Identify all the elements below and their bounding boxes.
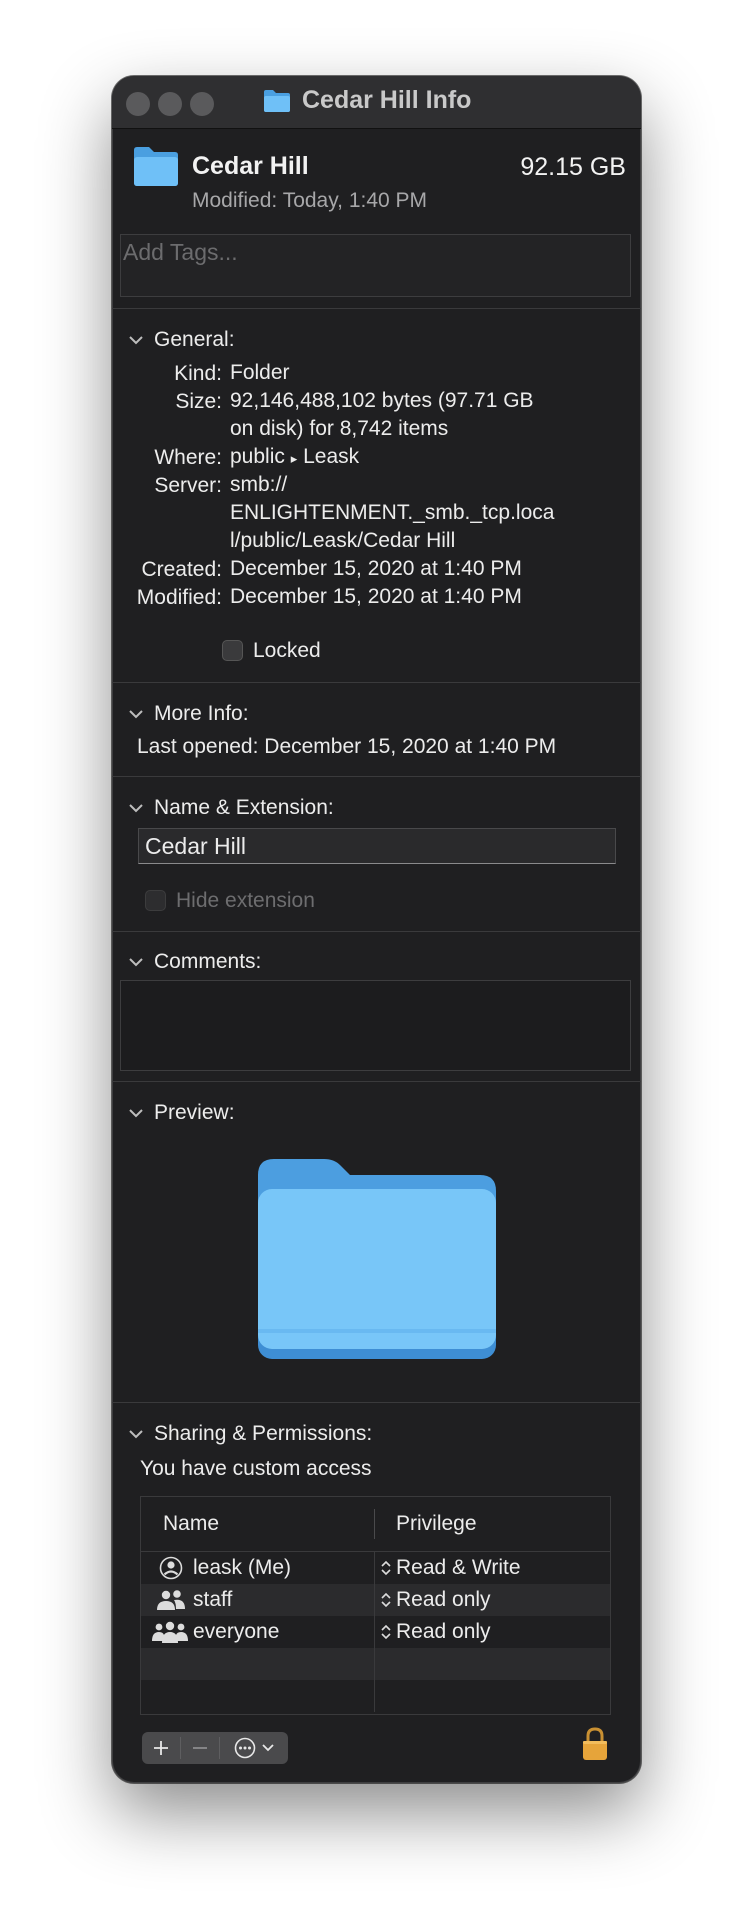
name-field[interactable]: Cedar Hill [138,828,616,864]
divider [112,308,641,309]
permission-privilege-select[interactable]: Read only [396,1588,491,1612]
column-line [374,1616,375,1648]
chevron-updown-icon [381,1560,391,1576]
folder-preview-icon [258,1159,496,1359]
group-icon [157,1590,185,1610]
section-name-extension[interactable]: Name & Extension: [128,796,334,820]
tags-placeholder: Add Tags... [123,239,238,265]
name-field-value: Cedar Hill [145,833,246,859]
empty-row [141,1680,610,1712]
created-label: Created: [141,558,222,581]
zoom-button[interactable] [190,92,214,116]
chevron-down-icon [129,710,143,719]
chevron-updown-icon [381,1624,391,1640]
permission-user-name: everyone [193,1620,280,1643]
size-value-line2: on disk) for 8,742 items [230,417,449,440]
table-row[interactable]: staff Read only [141,1584,610,1616]
chevron-down-icon [129,958,143,967]
server-value-line2: ENLIGHTENMENT._smb._tcp.loca [230,501,555,524]
hide-extension-checkbox[interactable] [145,890,166,911]
last-opened-row: Last opened: December 15, 2020 at 1:40 P… [137,735,557,758]
everyone-icon [152,1621,188,1643]
column-header-name[interactable]: Name [163,1497,219,1551]
chevron-down-icon [129,804,143,813]
add-user-button[interactable] [142,1732,180,1764]
permission-user-name: staff [193,1588,233,1611]
permission-privilege-select[interactable]: Read only [396,1620,491,1644]
divider [112,1081,641,1082]
section-comments[interactable]: Comments: [128,950,261,974]
table-row[interactable]: everyone Read only [141,1616,610,1648]
info-window: Cedar Hill Info Cedar Hill 92.15 GB Modi… [112,76,641,1783]
access-status: You have custom access [140,1457,372,1480]
window-title-text: Cedar Hill Info [302,86,472,114]
column-line [374,1552,375,1584]
column-line [374,1680,375,1712]
size-value-line1: 92,146,488,102 bytes (97.71 GB [230,389,534,412]
column-header-privilege[interactable]: Privilege [396,1497,477,1551]
permissions-controls [142,1732,288,1764]
section-preview[interactable]: Preview: [128,1101,235,1125]
modified-detail-label: Modified: [136,586,222,609]
folder-icon [264,89,290,112]
server-value-line1: smb:// [230,473,288,496]
window-title: Cedar Hill Info [262,86,471,115]
action-menu-button[interactable] [220,1732,288,1764]
column-line [374,1584,375,1616]
title-bar: Cedar Hill Info [112,76,641,129]
divider [112,1402,641,1403]
table-row[interactable]: leask (Me) Read & Write [141,1552,610,1584]
kind-label: Kind: [174,362,222,385]
locked-label: Locked [253,639,321,662]
where-value: public ▸ Leask [230,445,360,468]
server-value-line3: l/public/Leask/Cedar Hill [230,529,456,552]
section-general[interactable]: General: [128,328,235,352]
item-name: Cedar Hill [192,152,309,180]
locked-checkbox[interactable] [222,640,243,661]
item-size: 92.15 GB [520,153,626,181]
modified-label: Modified: Today, 1:40 PM [192,189,428,212]
close-button[interactable] [126,92,150,116]
permission-user-name: leask (Me) [193,1556,292,1579]
chevron-down-icon [129,336,143,345]
divider [112,776,641,777]
permissions-table: Name Privilege leask (Me) Read & Write s… [140,1496,611,1715]
modified-detail-value: December 15, 2020 at 1:40 PM [230,585,522,608]
column-line [374,1648,375,1680]
created-value: December 15, 2020 at 1:40 PM [230,557,522,580]
tags-input[interactable]: Add Tags... [120,234,631,297]
person-icon [159,1556,183,1580]
minimize-button[interactable] [158,92,182,116]
plus-icon [154,1741,168,1755]
section-more-info[interactable]: More Info: [128,702,249,726]
column-separator [374,1509,375,1539]
comments-textarea[interactable] [120,980,631,1071]
divider [112,682,641,683]
folder-icon [134,147,178,186]
empty-row [141,1648,610,1680]
where-label: Where: [154,446,222,469]
permission-privilege-select[interactable]: Read & Write [396,1556,521,1580]
divider [112,931,641,932]
hide-extension-label: Hide extension [176,889,315,912]
chevron-down-icon [129,1430,143,1439]
path-separator-icon: ▸ [290,451,298,466]
chevron-down-icon [129,1109,143,1118]
section-sharing-permissions[interactable]: Sharing & Permissions: [128,1422,372,1446]
size-label: Size: [175,390,222,413]
remove-user-button[interactable] [181,1732,219,1764]
kind-value: Folder [230,361,290,384]
minus-icon [193,1747,207,1749]
chevron-down-icon [262,1744,274,1752]
server-label: Server: [154,474,222,497]
ellipsis-circle-icon [234,1737,256,1759]
lock-icon[interactable] [582,1727,608,1761]
chevron-updown-icon [381,1592,391,1608]
